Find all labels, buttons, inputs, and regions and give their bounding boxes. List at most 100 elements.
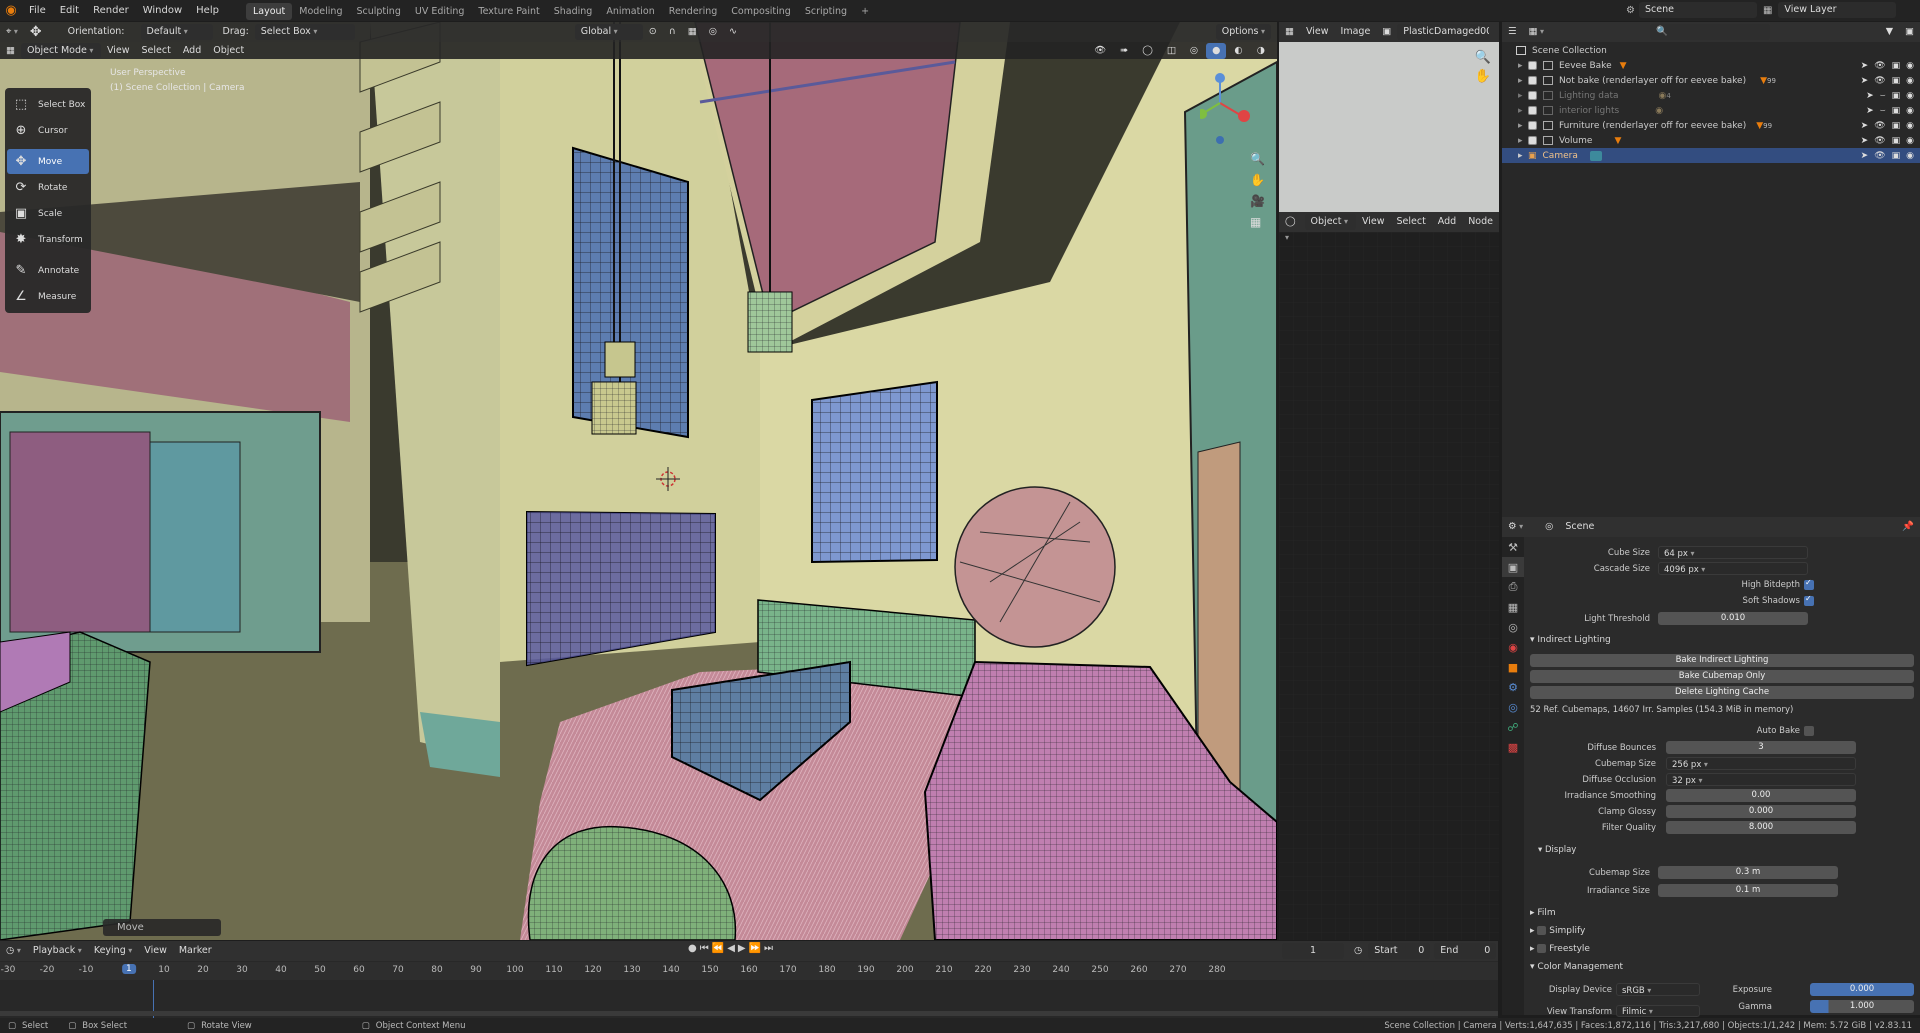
image-browse-icon[interactable]: ▣	[1376, 24, 1397, 40]
menu-file[interactable]: File	[22, 0, 53, 21]
mode-dropdown[interactable]: Object Mode	[20, 42, 101, 59]
timeline-scrollbar[interactable]	[0, 1011, 1498, 1016]
xray-icon[interactable]: ◫	[1161, 43, 1182, 59]
eye-icon[interactable]: 👁	[1874, 136, 1885, 146]
diffuse-bounces-field[interactable]: 3	[1666, 741, 1856, 754]
diffuse-occlusion-dropdown[interactable]: 32 px	[1666, 773, 1856, 786]
view-layer-tab-icon[interactable]: ▦	[1502, 597, 1524, 617]
include-checkbox[interactable]	[1528, 106, 1537, 115]
display-device-dropdown[interactable]: sRGB	[1616, 983, 1700, 996]
camera-icon[interactable]: ◉	[1906, 106, 1914, 116]
freestyle-panel-header[interactable]: ▸ Freestyle	[1530, 944, 1590, 954]
bake-indirect-lighting-button[interactable]: Bake Indirect Lighting	[1530, 654, 1914, 667]
menu-edit[interactable]: Edit	[53, 0, 86, 21]
node-tree-type-dropdown[interactable]: Object	[1304, 214, 1356, 230]
properties-type-icon[interactable]: ⚙	[1502, 519, 1529, 535]
camera-icon[interactable]: ◉	[1906, 136, 1914, 146]
include-checkbox[interactable]	[1528, 76, 1537, 85]
end-frame-field[interactable]: End 0	[1434, 943, 1497, 959]
irradiance-smoothing-field[interactable]: 0.00	[1666, 789, 1856, 802]
eye-icon[interactable]: 👁	[1874, 76, 1885, 86]
scene-tab-icon[interactable]: ◎	[1502, 617, 1524, 637]
tool-select-box[interactable]: ⬚ Select Box	[7, 92, 89, 117]
image-editor[interactable]: ▦ View Image ▣ PlasticDamaged00... 🔍 ✋	[1279, 22, 1499, 218]
tool-rotate[interactable]: ⟳ Rotate	[7, 175, 89, 200]
simplify-panel-header[interactable]: ▸ Simplify	[1530, 926, 1585, 936]
tool-transform[interactable]: ✸ Transform	[7, 227, 89, 252]
menu-render[interactable]: Render	[86, 0, 136, 21]
display-cubemap-size-field[interactable]: 0.3 m	[1658, 866, 1838, 879]
record-icon[interactable]: ●	[688, 943, 697, 954]
eye-closed-icon[interactable]: ⌣	[1880, 91, 1886, 101]
display-subpanel-header[interactable]: ▾ Display	[1538, 845, 1576, 855]
ortho-grid-icon[interactable]: ▦	[1250, 215, 1265, 229]
include-checkbox[interactable]	[1528, 121, 1537, 130]
tab-layout[interactable]: Layout	[245, 3, 293, 20]
gamma-field[interactable]: 1.000	[1810, 1000, 1914, 1013]
clamp-glossy-field[interactable]: 0.000	[1666, 805, 1856, 818]
expand-arrow-icon[interactable]: ▸	[1518, 106, 1528, 116]
expand-arrow-icon[interactable]: ▸	[1518, 61, 1528, 71]
timeline-menu-playback[interactable]: Playback	[27, 943, 88, 959]
auto-bake-checkbox[interactable]	[1804, 726, 1814, 736]
properties-editor[interactable]: ⚙ ◎ Scene 📌 ⚒ ▣ ⎙ ▦ ◎ ◉ ■ ⚙ ◎ ☍ ▩ Cube S…	[1502, 517, 1920, 1015]
overlay-icon[interactable]: ◯	[1136, 43, 1159, 59]
select-icon[interactable]: ➤	[1866, 91, 1874, 101]
expand-arrow-icon[interactable]: ▸	[1518, 76, 1528, 86]
jump-start-icon[interactable]: ⏮	[700, 943, 709, 954]
cascade-size-dropdown[interactable]: 4096 px	[1658, 562, 1808, 575]
view-transform-dropdown[interactable]: Filmic	[1616, 1005, 1700, 1017]
snap-target-icon[interactable]: ▦	[682, 24, 703, 40]
new-collection-icon[interactable]: ▣	[1899, 24, 1920, 40]
render-icon[interactable]: ▣	[1892, 121, 1901, 131]
select-icon[interactable]: ➤	[1866, 106, 1874, 116]
timeline-menu-marker[interactable]: Marker	[173, 943, 218, 959]
select-icon[interactable]: ➤	[1861, 121, 1869, 131]
outliner-item-eevee-bake[interactable]: ▸ Eevee Bake ▼ ➤ 👁 ▣ ◉	[1502, 58, 1920, 73]
add-workspace-button[interactable]: +	[854, 3, 876, 20]
render-icon[interactable]: ▣	[1892, 91, 1901, 101]
node-menu-node[interactable]: Node	[1462, 214, 1499, 230]
timeline-ruler[interactable]: -30 -20 -10 1 10 20 30 40 50 60 70 80 90 100 110 120 130…	[0, 962, 1498, 980]
outliner[interactable]: ☰ ▦ 🔍 ▼ ▣ Scene Collection ▸ Eevee Bake …	[1502, 22, 1920, 519]
wireframe-shading-icon[interactable]: ◎	[1184, 43, 1204, 59]
expand-arrow-icon[interactable]: ▸	[1518, 91, 1528, 101]
exposure-field[interactable]: 0.000	[1810, 983, 1914, 996]
visibility-icon[interactable]: 👁	[1088, 43, 1112, 59]
tool-measure[interactable]: ∠ Measure	[7, 284, 89, 309]
orientation-dropdown[interactable]: Default	[140, 24, 213, 40]
menu-object[interactable]: Object	[207, 43, 250, 59]
tab-uv-editing[interactable]: UV Editing	[408, 3, 472, 20]
transform-orientation-dropdown[interactable]: Global	[574, 24, 643, 40]
scene-selector[interactable]: Scene	[1638, 2, 1757, 18]
menu-window[interactable]: Window	[136, 0, 189, 21]
prev-keyframe-icon[interactable]: ⏪	[712, 943, 724, 954]
soft-shadows-checkbox[interactable]	[1804, 594, 1814, 606]
object-tab-icon[interactable]: ■	[1502, 657, 1524, 677]
clock-icon[interactable]: ◷	[1348, 943, 1368, 959]
include-checkbox[interactable]	[1528, 136, 1537, 145]
output-tab-icon[interactable]: ⎙	[1502, 577, 1524, 597]
image-menu-view[interactable]: View	[1300, 24, 1335, 40]
current-frame-field[interactable]: 1	[1282, 943, 1344, 959]
pivot-point-icon[interactable]: ⊙	[643, 24, 663, 40]
timeline-menu-keying[interactable]: Keying	[88, 943, 138, 959]
menu-view[interactable]: View	[101, 43, 136, 59]
move-tool-icon[interactable]: ✥	[24, 24, 48, 40]
camera-icon[interactable]: ◉	[1906, 121, 1914, 131]
cubemap-size-dropdown[interactable]: 256 px	[1666, 757, 1856, 770]
timeline-menu-view[interactable]: View	[138, 943, 173, 959]
outliner-item-furniture[interactable]: ▸ Furniture (renderlayer off for eevee b…	[1502, 118, 1920, 133]
tool-scale[interactable]: ▣ Scale	[7, 201, 89, 226]
outliner-search-input[interactable]: 🔍	[1650, 24, 1771, 40]
tab-sculpting[interactable]: Sculpting	[349, 3, 407, 20]
tool-move[interactable]: ✥ Move	[7, 149, 89, 174]
texture-tab-icon[interactable]: ▩	[1502, 737, 1524, 757]
menu-add[interactable]: Add	[177, 43, 207, 59]
select-icon[interactable]: ➤	[1861, 136, 1869, 146]
world-tab-icon[interactable]: ◉	[1502, 637, 1524, 657]
eye-icon[interactable]: 👁	[1874, 61, 1885, 71]
constraint-tab-icon[interactable]: ☍	[1502, 717, 1524, 737]
camera-icon[interactable]: ◉	[1906, 151, 1914, 161]
camera-view-icon[interactable]: 🎥	[1250, 194, 1265, 208]
